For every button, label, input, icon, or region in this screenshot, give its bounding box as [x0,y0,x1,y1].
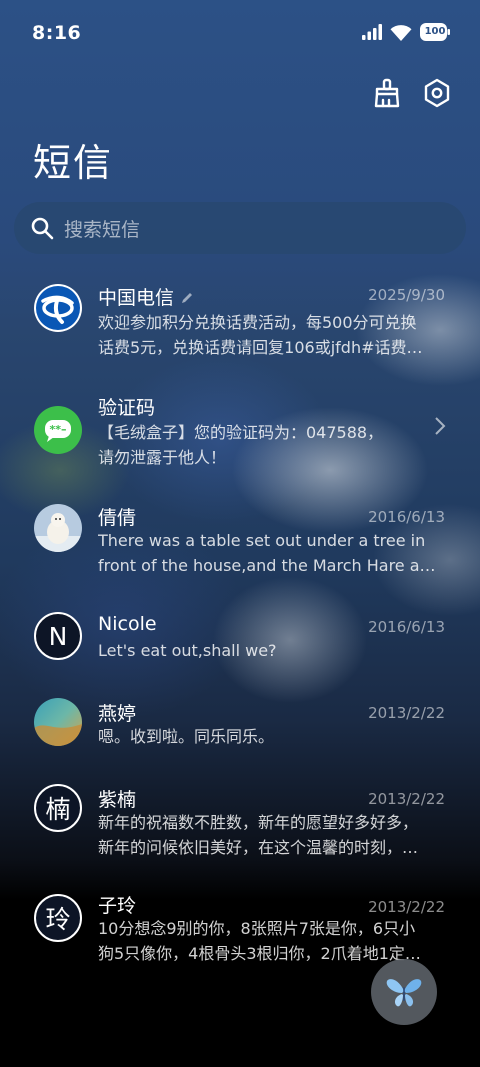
preview-line: 【毛绒盒子】您的验证码为：047588， [98,423,384,442]
pencil-icon [182,293,193,303]
conversation-date: 2016/6/13 [368,508,445,526]
conversation-item[interactable]: 燕婷 2013/2/22 嗯。收到啦。同乐同乐。 [0,698,480,798]
search-icon [31,217,54,240]
avatar-landscape [34,698,82,746]
battery-icon: 100 [420,22,450,42]
avatar-letter: 玲 [34,894,82,942]
top-actions [372,78,452,108]
signal-icon [362,24,382,40]
avatar-polar-bear [34,504,82,552]
status-icons: 100 [362,22,450,42]
avatar-letter: N [34,612,82,660]
broom-icon[interactable] [372,78,402,108]
page-title: 短信 [33,141,114,185]
preview-line: 欢迎参加积分兑换话费活动，每500分可兑换 [98,313,417,332]
svg-text:**–: **– [49,423,66,436]
conversation-name: 验证码 [98,397,156,419]
preview-line: There was a table set out under a tree i… [98,531,426,550]
butterfly-icon [386,979,422,1007]
conversation-preview: There was a table set out under a tree i… [98,528,444,578]
status-bar: 8:16 100 [0,0,480,66]
conversation-name: 中国电信 [98,283,194,310]
avatar-letter: 楠 [34,784,82,832]
battery-level: 100 [424,26,446,37]
search-bar[interactable]: 搜索短信 [14,202,466,254]
sms-bubble-icon: **– [34,406,82,454]
settings-icon[interactable] [422,78,452,108]
conversation-name: 倩倩 [98,507,137,529]
conversation-preview: 欢迎参加积分兑换话费活动，每500分可兑换 话费5元，兑换话费请回复106或jf… [98,310,444,360]
preview-line: 10分想念9别的你，8张照片7张是你，6只小 [98,919,416,938]
conversation-item[interactable]: 中国电信 2025/9/30 欢迎参加积分兑换话费活动，每500分可兑换 话费5… [0,282,480,382]
status-time: 8:16 [32,22,82,44]
conversation-item[interactable]: N Nicole 2016/6/13 Let's eat out,shall w… [0,612,480,712]
conversation-preview: 新年的祝福数不胜数，新年的愿望好多好多， 新年的问候依旧美好，在这个温馨的时刻，… [98,810,444,860]
preview-line: front of the house,and the March Hare an… [98,556,444,575]
conversation-name: Nicole [98,613,157,635]
conversation-preview: 嗯。收到啦。同乐同乐。 [98,724,444,749]
conversation-name: 燕婷 [98,703,137,725]
conversation-date: 2016/6/13 [368,618,445,636]
conversation-preview: Let's eat out,shall we? [98,638,444,663]
conversation-date: 2025/9/30 [368,286,445,304]
preview-line: 嗯。收到啦。同乐同乐。 [98,727,275,746]
search-placeholder: 搜索短信 [64,218,141,241]
conversation-item[interactable]: 楠 紫楠 2013/2/22 新年的祝福数不胜数，新年的愿望好多好多， 新年的问… [0,784,480,884]
wifi-icon [390,24,412,41]
conversation-date: 2013/2/22 [368,898,445,916]
butterfly-fab-button[interactable] [371,959,437,1025]
preview-line: 新年的问候依旧美好，在这个温馨的时刻，… [98,838,419,857]
conversation-name: 子玲 [98,895,137,917]
preview-line: 请勿泄露于他人！ [98,448,227,467]
china-telecom-logo-icon [34,284,82,332]
conversation-item[interactable]: 倩倩 2016/6/13 There was a table set out u… [0,502,480,602]
preview-line: 话费5元，兑换话费请回复106或jfdh#话费… [98,338,423,357]
conversation-name: 紫楠 [98,789,137,811]
conversation-item[interactable]: **– 验证码 【毛绒盒子】您的验证码为：047588， 请勿泄露于他人！ [0,392,480,492]
conversation-date: 2013/2/22 [368,704,445,722]
conversation-preview: 【毛绒盒子】您的验证码为：047588， 请勿泄露于他人！ [98,420,438,470]
preview-line: Let's eat out,shall we? [98,641,277,660]
conversation-date: 2013/2/22 [368,790,445,808]
conversation-preview: 10分想念9别的你，8张照片7张是你，6只小 狗5只像你，4根骨头3根归你，2爪… [98,916,444,966]
preview-line: 新年的祝福数不胜数，新年的愿望好多好多， [98,813,419,832]
chevron-right-icon [434,416,446,441]
